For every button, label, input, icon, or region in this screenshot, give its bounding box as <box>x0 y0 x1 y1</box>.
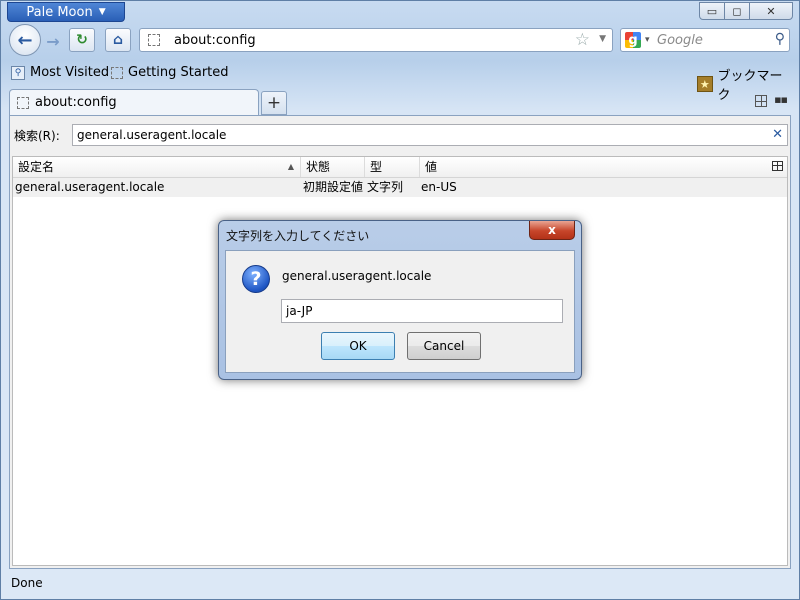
tab-groups-icon[interactable] <box>755 95 767 107</box>
column-label: 設定名 <box>18 160 55 174</box>
forward-button[interactable]: → <box>41 30 65 52</box>
home-button[interactable]: ⌂ <box>105 28 131 52</box>
column-label: 値 <box>425 160 438 174</box>
plus-icon: + <box>266 93 282 113</box>
sort-ascending-icon: ▲ <box>287 162 294 171</box>
dialog-title: 文字列を入力してください <box>226 229 370 243</box>
pref-name: general.useragent.locale <box>15 180 165 194</box>
table-row[interactable]: general.useragent.locale 初期設定値 文字列 en-US <box>13 178 787 197</box>
prompt-dialog: 文字列を入力してください x ? general.useragent.local… <box>218 220 582 380</box>
pref-value: en-US <box>421 180 457 194</box>
navigation-toolbar: ← → ↻ ⌂ about:config ☆ ▼ g ▾ Google ⚲ <box>9 23 793 57</box>
app-menu-button[interactable]: Pale Moon ▼ <box>7 2 125 22</box>
reload-button[interactable]: ↻ <box>69 28 95 52</box>
filter-input[interactable]: general.useragent.locale ✕ <box>72 124 788 146</box>
browser-window: Pale Moon ▼ ▭ ◻ ✕ ← → ↻ ⌂ about:config ☆… <box>0 0 800 600</box>
home-icon: ⌂ <box>112 32 124 48</box>
clear-filter-icon[interactable]: ✕ <box>772 127 783 142</box>
maximize-icon: ◻ <box>732 4 742 18</box>
tab-label: about:config <box>35 95 117 110</box>
search-bar[interactable]: g ▾ Google ⚲ <box>620 28 790 52</box>
page-icon <box>17 97 29 109</box>
status-bar: Done <box>9 573 791 593</box>
ok-label: OK <box>349 339 367 353</box>
reload-icon: ↻ <box>76 32 88 48</box>
cancel-label: Cancel <box>423 339 465 353</box>
minimize-button[interactable]: ▭ <box>699 2 725 20</box>
back-arrow-icon: ← <box>17 29 33 51</box>
column-picker-icon[interactable] <box>772 161 783 171</box>
filter-value: general.useragent.locale <box>77 128 227 142</box>
cancel-button[interactable]: Cancel <box>407 332 481 360</box>
column-header-value[interactable]: 値 <box>420 157 760 177</box>
google-engine-icon[interactable]: g <box>625 32 641 48</box>
dialog-body: ? general.useragent.locale ja-JP OK Canc… <box>225 250 575 373</box>
page-icon <box>148 34 160 46</box>
question-icon: ? <box>242 265 270 293</box>
bookmark-label: Most Visited <box>30 65 110 80</box>
status-text: Done <box>11 576 43 590</box>
bookmarks-toolbar: ⚲ Most Visited Getting Started ★ ブックマーク <box>9 63 793 103</box>
filter-label: 検索(R): <box>14 129 60 143</box>
url-text: about:config <box>174 33 256 48</box>
column-header-name[interactable]: 設定名 ▲ <box>13 157 301 177</box>
pref-status: 初期設定値 <box>303 180 364 194</box>
column-header-type[interactable]: 型 <box>365 157 420 177</box>
bookmark-star-icon[interactable]: ☆ <box>575 30 590 50</box>
bookmark-most-visited[interactable]: ⚲ Most Visited <box>11 65 109 80</box>
forward-arrow-icon: → <box>46 31 60 51</box>
close-window-button[interactable]: ✕ <box>749 2 793 20</box>
tab-about-config[interactable]: about:config <box>9 89 259 116</box>
window-controls: ▭ ◻ ✕ <box>699 2 793 20</box>
chevron-down-icon: ▼ <box>98 7 106 17</box>
page-icon <box>111 66 123 79</box>
column-label: 状態 <box>306 160 331 174</box>
search-icon[interactable]: ⚲ <box>775 31 785 47</box>
new-tab-button[interactable]: + <box>261 91 287 115</box>
dialog-message: general.useragent.locale <box>282 269 432 283</box>
chevron-down-icon[interactable]: ▾ <box>645 35 650 45</box>
tab-strip: about:config + ▪▪ <box>9 89 793 116</box>
input-value: ja-JP <box>286 304 313 318</box>
back-button[interactable]: ← <box>9 24 41 56</box>
url-bar[interactable]: about:config ☆ ▼ <box>139 28 613 52</box>
bookmark-label: Getting Started <box>128 65 229 80</box>
ok-button[interactable]: OK <box>321 332 395 360</box>
maximize-button[interactable]: ◻ <box>724 2 750 20</box>
dialog-close-button[interactable]: x <box>529 221 575 240</box>
string-value-input[interactable]: ja-JP <box>281 299 563 323</box>
app-menu-label: Pale Moon <box>26 4 93 20</box>
close-icon: ✕ <box>766 4 776 18</box>
column-label: 型 <box>370 160 383 174</box>
close-icon: x <box>548 223 556 237</box>
list-all-tabs-icon[interactable]: ▪▪ <box>774 93 788 106</box>
bookmark-getting-started[interactable]: Getting Started <box>111 65 229 80</box>
most-visited-icon: ⚲ <box>11 65 25 80</box>
url-history-dropdown-icon[interactable]: ▼ <box>599 34 606 44</box>
pref-type: 文字列 <box>367 180 404 194</box>
column-header-status[interactable]: 状態 <box>301 157 365 177</box>
tree-header: 設定名 ▲ 状態 型 値 <box>13 157 787 178</box>
search-placeholder: Google <box>657 33 703 48</box>
minimize-icon: ▭ <box>706 4 718 18</box>
